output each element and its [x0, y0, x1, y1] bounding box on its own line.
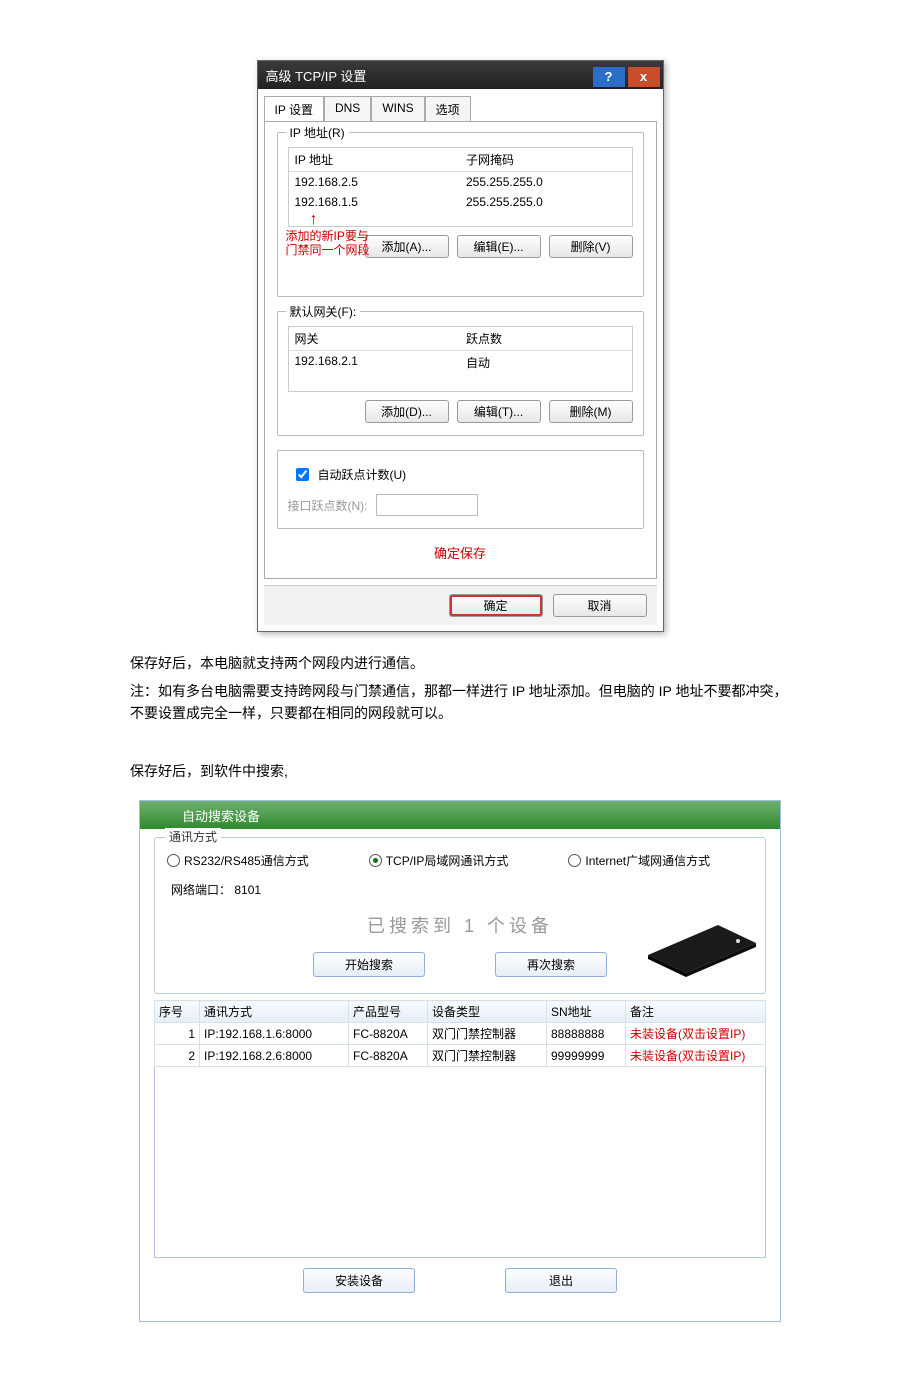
tcpip-titlebar: 高级 TCP/IP 设置 ? x	[258, 61, 663, 89]
exit-button[interactable]: 退出	[505, 1268, 617, 1293]
radio-tcpip[interactable]: TCP/IP局域网通讯方式	[369, 852, 509, 869]
radio-rs[interactable]: RS232/RS485通信方式	[167, 852, 309, 869]
auto-metric-checkbox[interactable]	[296, 468, 309, 481]
tcpip-tabs: IP 设置 DNS WINS 选项	[258, 89, 663, 121]
col-sn: SN地址	[547, 1001, 626, 1023]
ok-button[interactable]: 确定	[449, 594, 543, 617]
arrow-up-icon: ↑	[310, 211, 318, 229]
search-dialog: 自动搜索设备 通讯方式 RS232/RS485通信方式 TCP/IP局域网通讯方…	[139, 800, 781, 1322]
tab-wins[interactable]: WINS	[371, 96, 424, 122]
gateway-group-title: 默认网关(F):	[286, 303, 361, 320]
tcpip-footer: 确定 取消	[264, 585, 657, 625]
ip-list[interactable]: IP 地址 子网掩码 192.168.2.5 255.255.255.0 192…	[288, 147, 633, 227]
col-idx: 序号	[155, 1001, 200, 1023]
col-remark: 备注	[626, 1001, 766, 1023]
search-titlebar: 自动搜索设备	[140, 801, 780, 829]
ip-col-mask: 子网掩码	[460, 148, 632, 171]
port-value: 8101	[234, 883, 261, 897]
ip-row[interactable]: 192.168.1.5 255.255.255.0	[289, 192, 632, 212]
doc-paragraph-1: 保存好后，本电脑就支持两个网段内进行通信。	[130, 652, 790, 674]
if-metric-label: 接口跃点数(N):	[288, 497, 368, 514]
col-comm: 通讯方式	[200, 1001, 349, 1023]
close-icon[interactable]: x	[628, 67, 660, 87]
gw-add-button[interactable]: 添加(D)...	[365, 400, 449, 423]
device-icon	[638, 915, 758, 977]
tab-options[interactable]: 选项	[425, 96, 471, 122]
tcpip-body: IP 地址(R) IP 地址 子网掩码 192.168.2.5 255.255.…	[264, 121, 657, 579]
doc-paragraph-2: 注：如有多台电脑需要支持跨网段与门禁通信，那都一样进行 IP 地址添加。但电脑的…	[130, 680, 790, 724]
gw-col-gw: 网关	[289, 327, 461, 350]
device-table: 序号 通讯方式 产品型号 设备类型 SN地址 备注 1 IP:192.168.1…	[154, 1000, 766, 1067]
port-label: 网络端口：	[171, 883, 231, 897]
gw-edit-button[interactable]: 编辑(T)...	[457, 400, 541, 423]
ip-col-addr: IP 地址	[289, 148, 461, 171]
tab-ip[interactable]: IP 设置	[264, 96, 324, 122]
cancel-button[interactable]: 取消	[553, 594, 647, 617]
auto-metric-label: 自动跃点计数(U)	[318, 466, 407, 483]
doc-paragraph-3: 保存好后，到软件中搜索,	[130, 760, 790, 782]
tcpip-dialog: 高级 TCP/IP 设置 ? x IP 设置 DNS WINS 选项 IP 地址…	[257, 60, 664, 632]
gateway-row[interactable]: 192.168.2.1 自动	[289, 351, 632, 374]
ip-group: IP 地址(R) IP 地址 子网掩码 192.168.2.5 255.255.…	[277, 132, 644, 297]
gw-col-hops: 跃点数	[460, 327, 632, 350]
ip-delete-button[interactable]: 删除(V)	[549, 235, 633, 258]
ip-group-title: IP 地址(R)	[286, 124, 349, 141]
table-empty-area	[154, 1067, 766, 1258]
col-model: 产品型号	[349, 1001, 428, 1023]
tcpip-title: 高级 TCP/IP 设置	[266, 66, 367, 85]
search-title: 自动搜索设备	[182, 806, 260, 825]
search-again-button[interactable]: 再次搜索	[495, 952, 607, 977]
gateway-group: 默认网关(F): 网关 跃点数 192.168.2.1 自动 添加(D)... …	[277, 311, 644, 436]
gw-delete-button[interactable]: 删除(M)	[549, 400, 633, 423]
ip-edit-button[interactable]: 编辑(E)...	[457, 235, 541, 258]
if-metric-input[interactable]	[376, 494, 478, 516]
table-row[interactable]: 2 IP:192.168.2.6:8000 FC-8820A 双门门禁控制器 9…	[155, 1045, 766, 1067]
comm-fieldset-title: 通讯方式	[165, 828, 221, 845]
start-search-button[interactable]: 开始搜索	[313, 952, 425, 977]
ip-row[interactable]: 192.168.2.5 255.255.255.0	[289, 172, 632, 192]
help-icon[interactable]: ?	[593, 67, 625, 87]
tab-dns[interactable]: DNS	[324, 96, 371, 122]
ip-annotation: 添加的新IP要与门禁同一个网段	[286, 229, 378, 257]
table-row[interactable]: 1 IP:192.168.1.6:8000 FC-8820A 双门门禁控制器 8…	[155, 1023, 766, 1045]
radio-internet[interactable]: Internet广域网通信方式	[568, 852, 710, 869]
gateway-list[interactable]: 网关 跃点数 192.168.2.1 自动	[288, 326, 633, 392]
save-annotation: 确定保存	[277, 543, 644, 562]
col-type: 设备类型	[428, 1001, 547, 1023]
metric-group: 自动跃点计数(U) 接口跃点数(N):	[277, 450, 644, 529]
install-device-button[interactable]: 安装设备	[303, 1268, 415, 1293]
